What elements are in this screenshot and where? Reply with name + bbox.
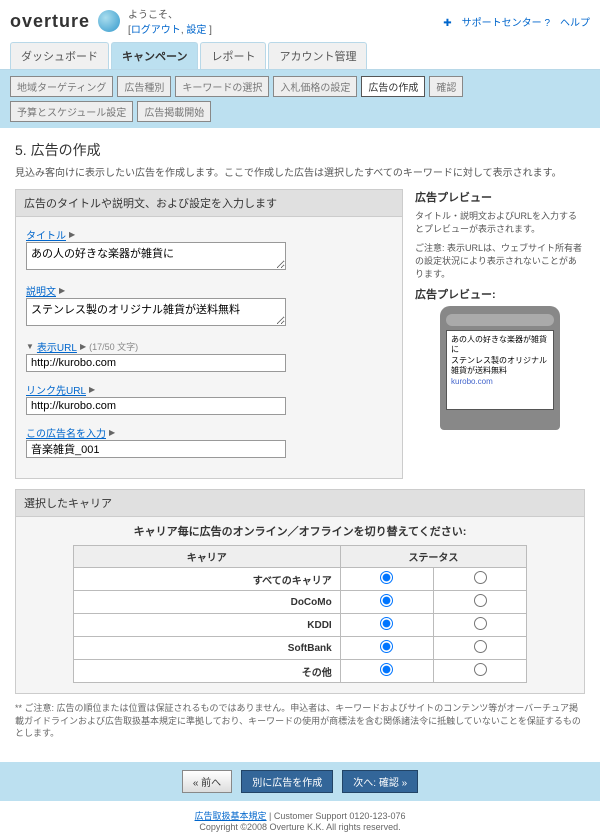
footer-support: | Customer Support 0120-123-076 xyxy=(267,811,406,821)
settings-link[interactable]: 設定 xyxy=(186,25,206,36)
table-row: すべてのキャリア xyxy=(73,568,526,591)
radio-off[interactable] xyxy=(474,594,487,607)
tab-account[interactable]: アカウント管理 xyxy=(268,42,367,69)
col-carrier: キャリア xyxy=(73,546,340,568)
help-icon: ? xyxy=(544,18,550,29)
radio-on[interactable] xyxy=(380,617,393,630)
tab-campaign[interactable]: キャンペーン xyxy=(111,42,198,69)
footer-link[interactable]: 広告取扱基本規定 xyxy=(195,811,267,821)
subtab-bid[interactable]: 入札価格の設定 xyxy=(273,76,357,97)
welcome-block: ようこそ、 [ログアウト, 設定 ] xyxy=(128,6,212,36)
subtab-budget[interactable]: 予算とスケジュール設定 xyxy=(10,101,133,122)
preview-head2: 広告プレビュー: xyxy=(415,286,585,302)
collapse-icon[interactable]: ▼ xyxy=(26,342,34,351)
page-title: 5. 広告の作成 xyxy=(15,140,585,160)
title-input[interactable]: あの人の好きな楽器が雑貨に xyxy=(26,242,286,270)
radio-on[interactable] xyxy=(380,640,393,653)
ad-name-input[interactable] xyxy=(26,440,286,458)
subtab-region[interactable]: 地域ターゲティング xyxy=(10,76,113,97)
subtab-keyword[interactable]: キーワードの選択 xyxy=(175,76,269,97)
table-row: その他 xyxy=(73,660,526,683)
table-row: DoCoMo xyxy=(73,591,526,614)
carrier-table: キャリアステータス すべてのキャリア DoCoMo KDDI SoftBank … xyxy=(73,545,527,683)
radio-off[interactable] xyxy=(474,571,487,584)
form-panel-head: 広告のタイトルや説明文、および設定を入力します xyxy=(16,190,402,217)
preview-ad-desc: ステンレス製のオリジナル雑貨が送料無料 xyxy=(451,356,549,377)
carrier-panel: 選択したキャリア キャリア毎に広告のオンライン／オフラインを切り替えてください:… xyxy=(15,489,585,694)
form-panel: 広告のタイトルや説明文、および設定を入力します タイトル ▶ あの人の好きな楽器… xyxy=(15,189,403,479)
table-row: KDDI xyxy=(73,614,526,637)
preview-ad-url: kurobo.com xyxy=(451,377,549,387)
radio-off[interactable] xyxy=(474,617,487,630)
link-url-label[interactable]: リンク先URL xyxy=(26,382,86,397)
phone-mockup: あの人の好きな楽器が雑貨に ステンレス製のオリジナル雑貨が送料無料 kurobo… xyxy=(440,306,560,430)
link-url-input[interactable] xyxy=(26,397,286,415)
button-bar: « 前へ 別に広告を作成 次へ: 確認 » xyxy=(0,762,600,801)
char-count: (17/50 文字) xyxy=(89,340,138,353)
info-icon: ▶ xyxy=(80,342,86,351)
info-icon: ▶ xyxy=(69,230,75,239)
tab-dashboard[interactable]: ダッシュボード xyxy=(10,42,109,69)
desc-input[interactable]: ステンレス製のオリジナル雑貨が送料無料 xyxy=(26,298,286,326)
preview-head: 広告プレビュー xyxy=(415,189,585,205)
create-another-button[interactable]: 別に広告を作成 xyxy=(241,770,333,793)
logo-text: overture xyxy=(10,11,90,32)
preview-ad-title: あの人の好きな楽器が雑貨に xyxy=(451,335,549,356)
welcome-text: ようこそ、 xyxy=(128,10,178,21)
main-tabs: ダッシュボード キャンペーン レポート アカウント管理 xyxy=(0,42,600,70)
display-url-label[interactable]: 表示URL xyxy=(37,339,77,354)
subtab-start[interactable]: 広告掲載開始 xyxy=(137,101,211,122)
radio-on[interactable] xyxy=(380,594,393,607)
display-url-input[interactable] xyxy=(26,354,286,372)
support-icon: ✚ xyxy=(443,18,451,29)
sub-tabs: 地域ターゲティング 広告種別 キーワードの選択 入札価格の設定 広告の作成 確認… xyxy=(0,70,600,128)
subtab-confirm[interactable]: 確認 xyxy=(429,76,463,97)
phone-screen: あの人の好きな楽器が雑貨に ステンレス製のオリジナル雑貨が送料無料 kurobo… xyxy=(446,330,554,410)
radio-off[interactable] xyxy=(474,640,487,653)
logo-icon xyxy=(98,10,120,32)
page-desc: 見込み客向けに表示したい広告を作成します。ここで作成した広告は選択したすべてのキ… xyxy=(15,164,585,179)
prev-button[interactable]: « 前へ xyxy=(182,770,232,793)
carrier-title: キャリア毎に広告のオンライン／オフラインを切り替えてください: xyxy=(16,517,584,545)
tab-report[interactable]: レポート xyxy=(200,42,266,69)
ad-name-label[interactable]: この広告名を入力 xyxy=(26,425,106,440)
radio-on[interactable] xyxy=(380,571,393,584)
subtab-create[interactable]: 広告の作成 xyxy=(361,76,425,97)
col-status: ステータス xyxy=(340,546,526,568)
preview-desc2: ご注意: 表示URLは、ウェブサイト所有者の設定状況により表示されないことがあり… xyxy=(415,241,585,280)
footer-copyright: Copyright ©2008 Overture K.K. All rights… xyxy=(199,822,400,832)
phone-earpiece xyxy=(446,314,554,326)
logout-link[interactable]: ログアウト xyxy=(131,25,181,36)
preview-desc1: タイトル・説明文およびURLを入力するとプレビューが表示されます。 xyxy=(415,209,585,235)
footer: 広告取扱基本規定 | Customer Support 0120-123-076… xyxy=(0,801,600,840)
footnote: ** ご注意: 広告の順位または位置は保証されるものではありません。申込者は、キ… xyxy=(15,702,585,740)
table-row: SoftBank xyxy=(73,637,526,660)
info-icon: ▶ xyxy=(89,385,95,394)
radio-on[interactable] xyxy=(380,663,393,676)
selected-carrier-label: 選択したキャリア xyxy=(16,490,584,517)
support-link[interactable]: サポートセンター xyxy=(462,18,542,29)
info-icon: ▶ xyxy=(59,286,65,295)
desc-label[interactable]: 説明文 xyxy=(26,283,56,298)
radio-off[interactable] xyxy=(474,663,487,676)
help-link[interactable]: ヘルプ xyxy=(560,18,590,29)
title-label[interactable]: タイトル xyxy=(26,227,66,242)
info-icon: ▶ xyxy=(109,428,115,437)
subtab-adtype[interactable]: 広告種別 xyxy=(117,76,171,97)
next-button[interactable]: 次へ: 確認 » xyxy=(342,770,418,793)
